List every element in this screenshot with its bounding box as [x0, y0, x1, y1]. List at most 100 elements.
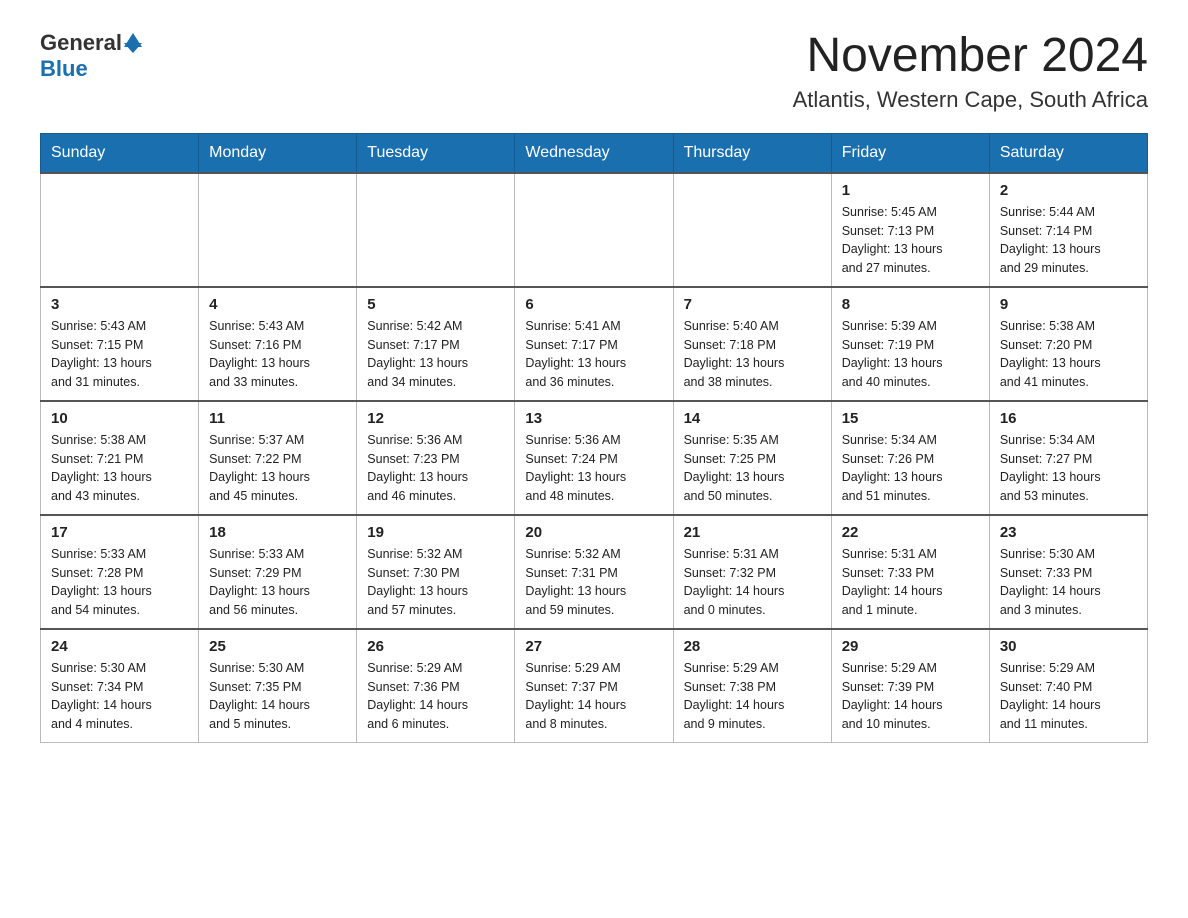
day-number: 7	[684, 296, 821, 313]
table-row: 9 Sunrise: 5:38 AM Sunset: 7:20 PM Daylig…	[989, 287, 1147, 401]
day-info: Sunrise: 5:30 AM Sunset: 7:33 PM Dayligh…	[1000, 545, 1137, 620]
table-row: 24 Sunrise: 5:30 AM Sunset: 7:34 PM Dayli…	[41, 629, 199, 743]
day-info: Sunrise: 5:31 AM Sunset: 7:33 PM Dayligh…	[842, 545, 979, 620]
table-row: 16 Sunrise: 5:34 AM Sunset: 7:27 PM Dayli…	[989, 401, 1147, 515]
day-number: 1	[842, 182, 979, 199]
day-info: Sunrise: 5:29 AM Sunset: 7:37 PM Dayligh…	[525, 659, 662, 734]
day-info: Sunrise: 5:31 AM Sunset: 7:32 PM Dayligh…	[684, 545, 821, 620]
day-info: Sunrise: 5:29 AM Sunset: 7:36 PM Dayligh…	[367, 659, 504, 734]
day-info: Sunrise: 5:34 AM Sunset: 7:27 PM Dayligh…	[1000, 431, 1137, 506]
day-info: Sunrise: 5:29 AM Sunset: 7:39 PM Dayligh…	[842, 659, 979, 734]
day-info: Sunrise: 5:30 AM Sunset: 7:34 PM Dayligh…	[51, 659, 188, 734]
table-row: 18Sunrise: 5:33 AM Sunset: 7:29 PM Dayli…	[199, 515, 357, 629]
day-number: 13	[525, 410, 662, 427]
week-row-3: 10 Sunrise: 5:38 AM Sunset: 7:21 PM Dayli…	[41, 401, 1148, 515]
day-number: 20	[525, 524, 662, 541]
table-row	[673, 173, 831, 287]
header-sunday: Sunday	[41, 133, 199, 173]
table-row: 12Sunrise: 5:36 AM Sunset: 7:23 PM Dayli…	[357, 401, 515, 515]
header-thursday: Thursday	[673, 133, 831, 173]
day-info: Sunrise: 5:41 AM Sunset: 7:17 PM Dayligh…	[525, 317, 662, 392]
day-number: 4	[209, 296, 346, 313]
day-number: 3	[51, 296, 188, 313]
day-number: 17	[51, 524, 188, 541]
day-number: 19	[367, 524, 504, 541]
table-row: 28 Sunrise: 5:29 AM Sunset: 7:38 PM Dayli…	[673, 629, 831, 743]
header-tuesday: Tuesday	[357, 133, 515, 173]
day-info: Sunrise: 5:43 AM Sunset: 7:15 PM Dayligh…	[51, 317, 188, 392]
day-info: Sunrise: 5:29 AM Sunset: 7:38 PM Dayligh…	[684, 659, 821, 734]
day-number: 30	[1000, 638, 1137, 655]
day-number: 2	[1000, 182, 1137, 199]
day-info: Sunrise: 5:35 AM Sunset: 7:25 PM Dayligh…	[684, 431, 821, 506]
day-info: Sunrise: 5:43 AM Sunset: 7:16 PM Dayligh…	[209, 317, 346, 392]
header-saturday: Saturday	[989, 133, 1147, 173]
day-number: 5	[367, 296, 504, 313]
day-info: Sunrise: 5:38 AM Sunset: 7:21 PM Dayligh…	[51, 431, 188, 506]
week-row-1: 1 Sunrise: 5:45 AM Sunset: 7:13 PM Daylig…	[41, 173, 1148, 287]
weekday-header-row: Sunday Monday Tuesday Wednesday Thursday…	[41, 133, 1148, 173]
day-number: 10	[51, 410, 188, 427]
day-number: 11	[209, 410, 346, 427]
table-row	[515, 173, 673, 287]
table-row: 17 Sunrise: 5:33 AM Sunset: 7:28 PM Dayli…	[41, 515, 199, 629]
day-number: 27	[525, 638, 662, 655]
table-row: 15 Sunrise: 5:34 AM Sunset: 7:26 PM Dayli…	[831, 401, 989, 515]
day-info: Sunrise: 5:32 AM Sunset: 7:31 PM Dayligh…	[525, 545, 662, 620]
table-row: 3 Sunrise: 5:43 AM Sunset: 7:15 PM Daylig…	[41, 287, 199, 401]
table-row: 29 Sunrise: 5:29 AM Sunset: 7:39 PM Dayli…	[831, 629, 989, 743]
day-info: Sunrise: 5:42 AM Sunset: 7:17 PM Dayligh…	[367, 317, 504, 392]
table-row: 20 Sunrise: 5:32 AM Sunset: 7:31 PM Dayli…	[515, 515, 673, 629]
header-friday: Friday	[831, 133, 989, 173]
day-info: Sunrise: 5:33 AM Sunset: 7:29 PM Dayligh…	[209, 545, 346, 620]
table-row: 7 Sunrise: 5:40 AM Sunset: 7:18 PM Daylig…	[673, 287, 831, 401]
table-row: 6 Sunrise: 5:41 AM Sunset: 7:17 PM Daylig…	[515, 287, 673, 401]
day-info: Sunrise: 5:44 AM Sunset: 7:14 PM Dayligh…	[1000, 203, 1137, 278]
table-row: 13Sunrise: 5:36 AM Sunset: 7:24 PM Dayli…	[515, 401, 673, 515]
table-row: 10 Sunrise: 5:38 AM Sunset: 7:21 PM Dayli…	[41, 401, 199, 515]
day-number: 28	[684, 638, 821, 655]
day-number: 15	[842, 410, 979, 427]
day-number: 14	[684, 410, 821, 427]
table-row	[41, 173, 199, 287]
day-number: 22	[842, 524, 979, 541]
table-row: 19Sunrise: 5:32 AM Sunset: 7:30 PM Dayli…	[357, 515, 515, 629]
logo: General Blue	[40, 30, 142, 82]
day-number: 21	[684, 524, 821, 541]
title-block: November 2024 Atlantis, Western Cape, So…	[793, 30, 1148, 113]
table-row: 30 Sunrise: 5:29 AM Sunset: 7:40 PM Dayli…	[989, 629, 1147, 743]
day-number: 16	[1000, 410, 1137, 427]
table-row: 27 Sunrise: 5:29 AM Sunset: 7:37 PM Dayli…	[515, 629, 673, 743]
logo-blue-text: Blue	[40, 56, 88, 82]
day-info: Sunrise: 5:37 AM Sunset: 7:22 PM Dayligh…	[209, 431, 346, 506]
day-number: 23	[1000, 524, 1137, 541]
table-row: 5 Sunrise: 5:42 AM Sunset: 7:17 PM Daylig…	[357, 287, 515, 401]
table-row: 11 Sunrise: 5:37 AM Sunset: 7:22 PM Dayli…	[199, 401, 357, 515]
day-info: Sunrise: 5:33 AM Sunset: 7:28 PM Dayligh…	[51, 545, 188, 620]
location-subtitle: Atlantis, Western Cape, South Africa	[793, 87, 1148, 113]
day-info: Sunrise: 5:36 AM Sunset: 7:23 PM Dayligh…	[367, 431, 504, 506]
day-info: Sunrise: 5:45 AM Sunset: 7:13 PM Dayligh…	[842, 203, 979, 278]
header-monday: Monday	[199, 133, 357, 173]
table-row: 21 Sunrise: 5:31 AM Sunset: 7:32 PM Dayli…	[673, 515, 831, 629]
day-info: Sunrise: 5:29 AM Sunset: 7:40 PM Dayligh…	[1000, 659, 1137, 734]
day-number: 25	[209, 638, 346, 655]
day-info: Sunrise: 5:39 AM Sunset: 7:19 PM Dayligh…	[842, 317, 979, 392]
table-row: 22 Sunrise: 5:31 AM Sunset: 7:33 PM Dayli…	[831, 515, 989, 629]
calendar-table: Sunday Monday Tuesday Wednesday Thursday…	[40, 133, 1148, 743]
day-number: 26	[367, 638, 504, 655]
day-info: Sunrise: 5:30 AM Sunset: 7:35 PM Dayligh…	[209, 659, 346, 734]
day-number: 24	[51, 638, 188, 655]
day-number: 6	[525, 296, 662, 313]
day-info: Sunrise: 5:34 AM Sunset: 7:26 PM Dayligh…	[842, 431, 979, 506]
week-row-4: 17 Sunrise: 5:33 AM Sunset: 7:28 PM Dayli…	[41, 515, 1148, 629]
day-number: 29	[842, 638, 979, 655]
day-info: Sunrise: 5:38 AM Sunset: 7:20 PM Dayligh…	[1000, 317, 1137, 392]
logo-general-text: General	[40, 30, 122, 56]
month-year-title: November 2024	[793, 30, 1148, 83]
day-info: Sunrise: 5:40 AM Sunset: 7:18 PM Dayligh…	[684, 317, 821, 392]
week-row-2: 3 Sunrise: 5:43 AM Sunset: 7:15 PM Daylig…	[41, 287, 1148, 401]
page-header: General Blue November 2024 Atlantis, Wes…	[40, 30, 1148, 113]
day-number: 9	[1000, 296, 1137, 313]
table-row: 14 Sunrise: 5:35 AM Sunset: 7:25 PM Dayli…	[673, 401, 831, 515]
